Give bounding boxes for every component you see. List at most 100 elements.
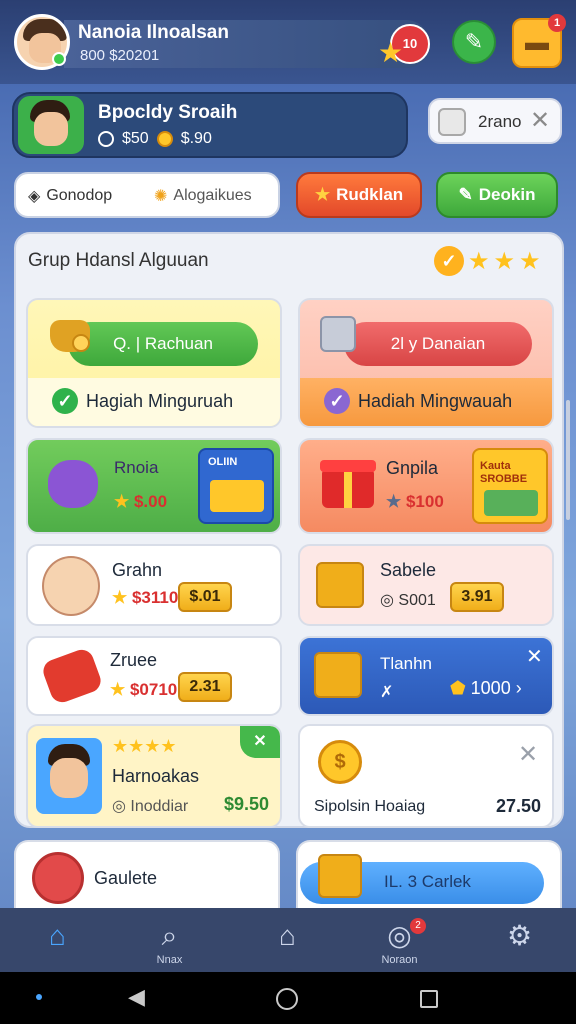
search-icon: ⌕ (161, 920, 178, 951)
house-icon: ⌂ (279, 920, 296, 951)
clock-icon: ◎ (380, 592, 399, 609)
bottom-card-right[interactable]: IL. 3 Carlek (296, 840, 562, 908)
timer-icon (98, 131, 114, 147)
gold-bar (210, 480, 264, 512)
card-price: ★ $3110 (112, 588, 178, 608)
nav-settings[interactable]: ⚙ (462, 908, 576, 972)
close-icon[interactable]: ✕ (530, 106, 550, 135)
card-title: Sipolsin Hoaiag (314, 798, 426, 815)
reward-card-4[interactable]: Gnpila ★ $100 Kauta SROBBE (298, 438, 554, 534)
silver-box-icon (320, 316, 356, 352)
reward-card-1[interactable]: Q. | Rachuan ✓ Hagiah Minguruah (26, 298, 282, 428)
promo-banner[interactable]: Bpocldy Sroaih $50 $.90 (12, 92, 408, 158)
card-title: Rnoia (114, 458, 159, 477)
dot-icon (36, 994, 42, 1000)
reward-card-6[interactable]: Sabele ◎ S001 3.91 (298, 544, 554, 626)
price-chip[interactable]: 2.31 (178, 672, 232, 702)
treasure-box-icon (316, 562, 364, 608)
cash-box-icon: Kauta SROBBE (472, 448, 548, 524)
rewards-panel: Grup Hdansl Alguuan ✓ ★ ★ ★ Q. | Rachuan… (14, 232, 564, 828)
check-icon[interactable]: ✕ (240, 726, 280, 758)
card-title: Tlanhn (380, 654, 432, 673)
card-price: ◎ S001 (380, 590, 436, 610)
scrollbar[interactable] (566, 400, 570, 520)
star-icon: ★ (112, 588, 132, 607)
gear-icon: ✺ (154, 188, 168, 205)
user-icon: ▬ (525, 29, 549, 56)
card-price: ★ $.00 (114, 492, 167, 512)
recents-icon[interactable] (420, 990, 438, 1008)
card-subtitle-text: Inoddiar (130, 798, 189, 815)
promo-stats: $50 $.90 (98, 130, 212, 148)
card-pill: 2l y Danaian (344, 322, 532, 366)
strip-label: Hagiah Minguruah (86, 390, 234, 411)
back-icon[interactable]: ◀ (128, 984, 145, 1010)
tab-alogaikues[interactable]: ✺ Alogaikues (154, 186, 252, 206)
deokin-button[interactable]: ✎ Deokin (436, 172, 558, 218)
price-chip[interactable]: $.01 (178, 582, 232, 612)
reward-card-3[interactable]: Rnoia ★ $.00 OLIIN (26, 438, 282, 534)
close-icon[interactable]: ✕ (526, 644, 543, 669)
online-status-dot (52, 52, 66, 66)
target-icon: ◎ (387, 920, 412, 951)
nav-home[interactable]: ⌂ (0, 908, 115, 972)
clock-icon: ◎ (112, 798, 131, 815)
monster-icon (40, 452, 108, 512)
button-label: Deokin (478, 185, 536, 204)
card-title: Gnpila (386, 458, 439, 478)
tab-gonodop[interactable]: ◈ Gonodop (28, 186, 112, 206)
nav-target[interactable]: ◎ Noraon 2 (342, 908, 457, 972)
promo-stat-a: $50 (122, 130, 149, 147)
coin-icon (156, 131, 173, 147)
level-badge[interactable]: 10 ★ (378, 24, 430, 68)
strip-label: Hadiah Mingwauah (358, 390, 513, 411)
card-subtitle: ◎ Inoddiar (112, 796, 188, 816)
panel-title: Grup Hdansl Alguuan (28, 250, 209, 271)
panel-rating: ✓ ★ ★ ★ (434, 246, 541, 276)
reward-card-7[interactable]: Zruee ★ $0710 2.31 (26, 636, 282, 716)
reward-card-8[interactable]: Tlanhn ✗ ⬟ 1000 › ✕ (298, 636, 554, 716)
card-strip-row: ✓ Hadiah Mingwauah (324, 388, 512, 414)
reward-card-2[interactable]: 2l y Danaian ✓ Hadiah Mingwauah (298, 298, 554, 428)
card-title: Grahn (112, 560, 163, 580)
settings-icon: ⚙ (506, 920, 533, 951)
card-strip-row: ✓ Hagiah Minguruah (52, 388, 233, 414)
ticket-chip[interactable]: 2rano ✕ (428, 98, 562, 144)
reward-card-5[interactable]: Grahn ★ $3110 $.01 (26, 544, 282, 626)
card-title: Sabele (380, 560, 437, 580)
star-icon: ★ (386, 492, 406, 511)
user-balance: 800 $20201 (80, 47, 160, 64)
card-price-value: 1000 (470, 678, 511, 698)
card-price: 27.50 (496, 796, 542, 816)
reward-card-9[interactable]: ★★★★ Harnoakas ◎ Inoddiar $9.50 ✕ (26, 724, 282, 828)
card-price-value: $0710 (129, 680, 178, 699)
card-tag: OLIIN (208, 456, 238, 468)
nav-search[interactable]: ⌕ Nnax (112, 908, 227, 972)
close-icon[interactable]: ✕ (518, 740, 538, 769)
nav-house[interactable]: ⌂ (230, 908, 345, 972)
portrait-face (50, 758, 88, 798)
bottom-navigation: ⌂ ⌕ Nnax ⌂ ◎ Noraon 2 ⚙ (0, 908, 576, 972)
tab-label: Alogaikues (173, 187, 252, 204)
home-button-icon[interactable] (276, 988, 298, 1010)
leaf-icon: ✎ (458, 185, 473, 204)
card-price-value: $3110 (131, 588, 179, 607)
tag-icon: ◈ (28, 188, 41, 205)
chat-button[interactable]: ✎ (452, 20, 496, 64)
coin-icon: ⬟ (450, 678, 471, 698)
card-pill-label: IL. 3 Carlek (384, 872, 471, 891)
promo-avatar (18, 96, 84, 154)
reward-card-10[interactable]: $ ✕ Sipolsin Hoaiag 27.50 (298, 724, 554, 828)
button-label: Rudklan (336, 185, 404, 204)
promo-title: Bpocldy Sroaih (98, 102, 238, 123)
card-pill: Q. | Rachuan (68, 322, 258, 366)
card-price: ⬟ 1000 › (450, 678, 522, 699)
profile-button[interactable]: ▬ 1 (512, 14, 566, 68)
boxing-glove-icon (40, 646, 104, 706)
price-chip[interactable]: 3.91 (450, 582, 504, 612)
dice-icon (438, 108, 466, 136)
promo-avatar-face (34, 112, 68, 146)
rudklan-button[interactable]: ★ Rudklan (296, 172, 422, 218)
bottom-card-left[interactable]: Gaulete (14, 840, 280, 908)
card-tag: Kauta SROBBE (480, 460, 528, 485)
